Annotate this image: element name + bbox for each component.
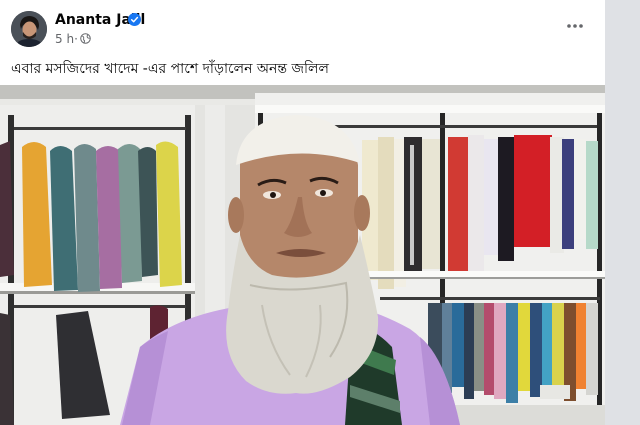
- post-card: Ananta Jalil 5 h· এবার মসজিদের খাদেম -এর…: [0, 0, 605, 425]
- meta-separator: ·: [74, 32, 78, 46]
- verified-badge-icon: [128, 13, 141, 26]
- more-options-icon: [567, 24, 583, 28]
- post-caption: এবার মসজিদের খাদেম -এর পাশে দাঁড়ালেন অন…: [11, 61, 329, 77]
- page: Ananta Jalil 5 h· এবার মসজিদের খাদেম -এর…: [0, 0, 640, 425]
- post-timestamp[interactable]: 5 h: [55, 32, 74, 46]
- author-avatar[interactable]: [11, 11, 47, 47]
- post-meta: 5 h·: [55, 32, 78, 46]
- feed-gutter: [605, 0, 640, 425]
- more-options-button[interactable]: [560, 16, 590, 36]
- post-photo[interactable]: [0, 85, 605, 425]
- post-header: Ananta Jalil 5 h·: [0, 0, 605, 50]
- globe-icon[interactable]: [80, 33, 91, 44]
